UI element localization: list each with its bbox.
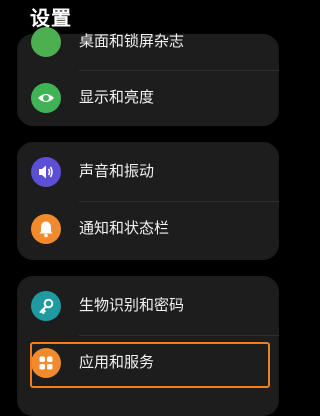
key-icon (31, 291, 61, 321)
eye-icon (31, 83, 61, 113)
settings-item-sound-vibration[interactable]: 声音和振动 (17, 144, 279, 200)
settings-item-label: 显示和亮度 (79, 88, 155, 106)
home-screen-icon (31, 27, 61, 57)
settings-item-desktop-lockscreen[interactable]: 桌面和锁屏杂志 (17, 14, 279, 70)
settings-item-biometrics-password[interactable]: 生物识别和密码 (17, 278, 279, 334)
settings-item-label: 桌面和锁屏杂志 (79, 32, 185, 50)
settings-group-display: 桌面和锁屏杂志 显示和亮度 (17, 27, 279, 126)
bell-icon (31, 214, 61, 244)
selection-highlight (30, 342, 270, 388)
speaker-icon (31, 157, 61, 187)
settings-item-label: 声音和振动 (79, 162, 155, 180)
settings-item-display-brightness[interactable]: 显示和亮度 (17, 70, 279, 126)
settings-item-label: 通知和状态栏 (79, 219, 170, 237)
settings-item-label: 生物识别和密码 (79, 296, 185, 314)
settings-item-notifications-statusbar[interactable]: 通知和状态栏 (17, 201, 279, 257)
settings-group-sound-notifications: 声音和振动 通知和状态栏 (17, 142, 279, 260)
